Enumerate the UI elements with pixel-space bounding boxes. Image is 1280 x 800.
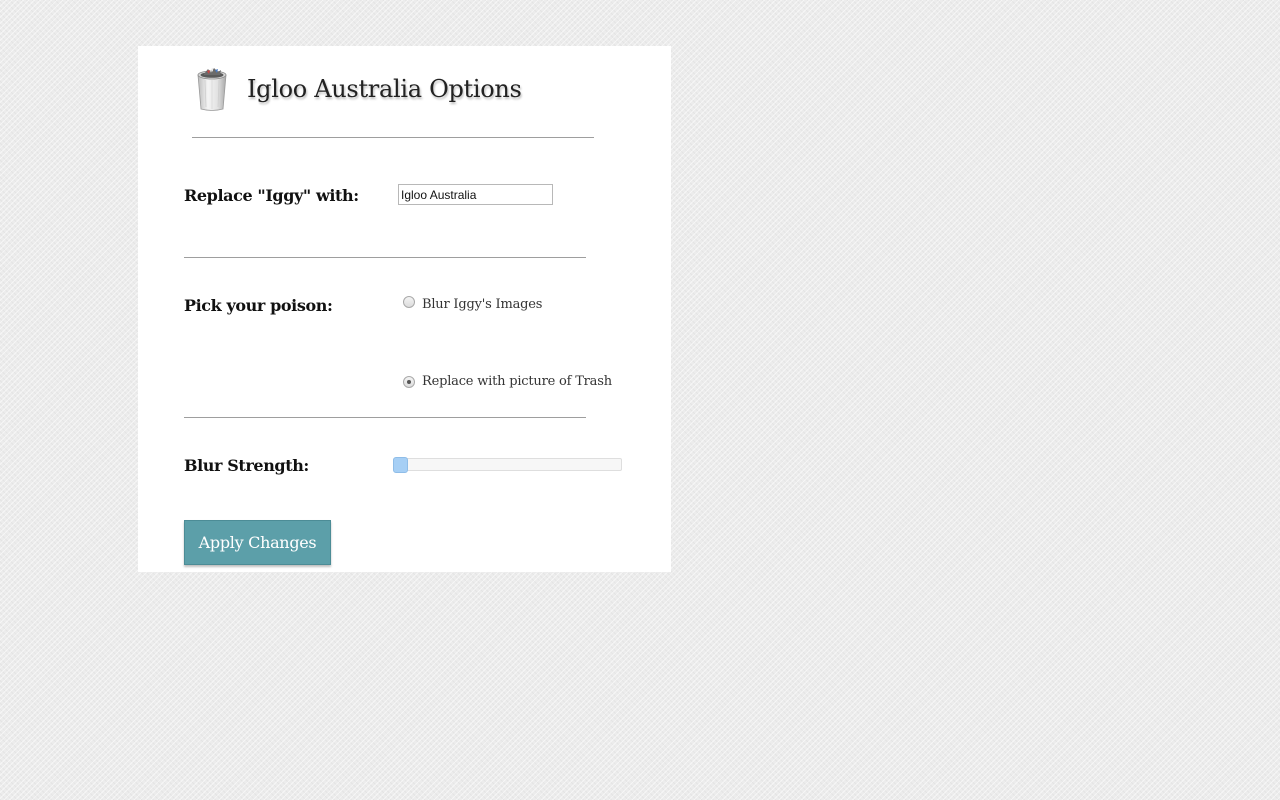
page-title: Igloo Australia Options	[247, 75, 522, 103]
blur-strength-slider[interactable]	[393, 457, 622, 473]
blur-strength-label: Blur Strength:	[184, 456, 309, 475]
options-panel: Igloo Australia Options Replace "Iggy" w…	[138, 46, 671, 572]
replace-trash-label[interactable]: Replace with picture of Trash	[422, 374, 612, 389]
divider	[192, 137, 594, 138]
replace-trash-option[interactable]: Replace with picture of Trash	[403, 374, 612, 389]
blur-images-radio[interactable]	[403, 295, 415, 308]
poison-label: Pick your poison:	[184, 296, 333, 315]
replace-label: Replace "Iggy" with:	[184, 186, 359, 205]
replace-trash-radio[interactable]	[403, 375, 415, 388]
slider-track[interactable]	[393, 458, 622, 471]
trash-can-icon	[197, 68, 227, 111]
blur-images-label[interactable]: Blur Iggy's Images	[422, 297, 542, 312]
replace-text-input[interactable]	[398, 184, 553, 205]
divider	[184, 257, 586, 258]
blur-images-option[interactable]: Blur Iggy's Images	[403, 295, 542, 312]
divider	[184, 417, 586, 418]
options-header: Igloo Australia Options	[194, 64, 522, 114]
slider-thumb[interactable]	[393, 457, 408, 473]
apply-changes-button[interactable]: Apply Changes	[184, 520, 331, 565]
